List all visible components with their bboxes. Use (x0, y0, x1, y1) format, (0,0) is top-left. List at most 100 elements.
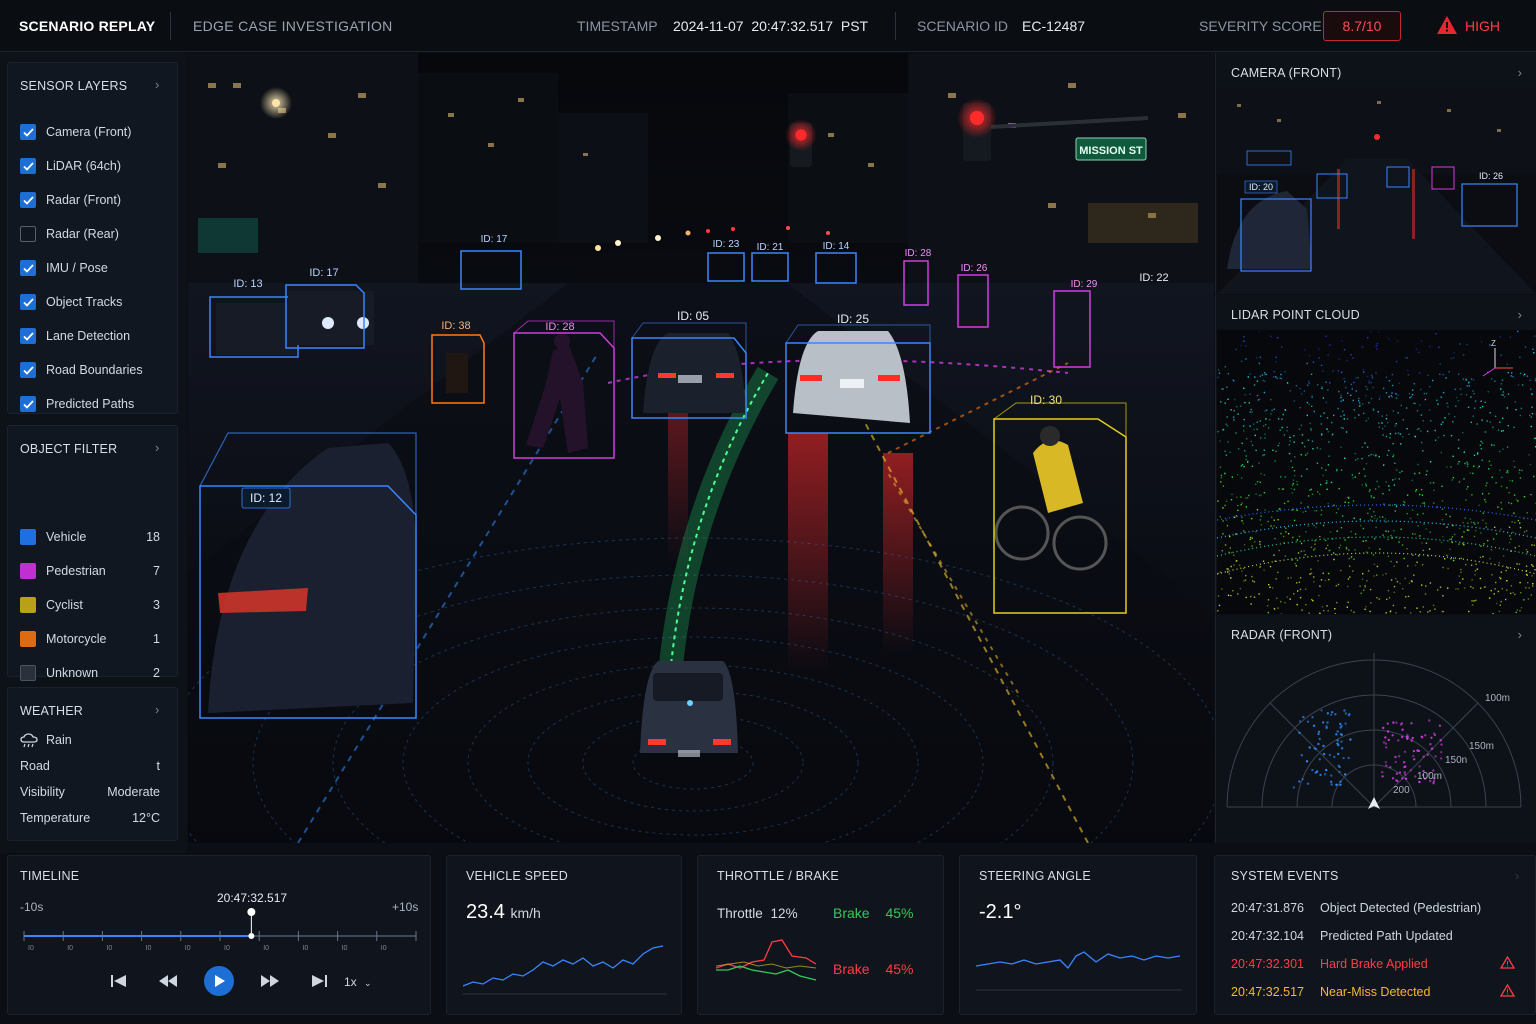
sensor-layer-toggle[interactable]: Radar (Rear) (20, 225, 119, 243)
weather-condition: Rain (20, 733, 160, 751)
checkbox-unchecked-icon[interactable] (20, 226, 36, 242)
vehicle-speed-value: 23.4 (466, 901, 505, 923)
timeline-current-time: 20:47:32.517 (217, 891, 288, 905)
timestamp-label: TIMESTAMP (577, 18, 658, 34)
track-label: ID: 29 (1071, 279, 1098, 290)
track-unknown-22[interactable]: ID: 22 (1139, 272, 1168, 284)
sensor-layer-toggle[interactable]: Road Boundaries (20, 361, 143, 379)
system-event-row[interactable]: 20:47:32.301 Hard Brake Applied (1231, 955, 1521, 972)
road-value: t (156, 759, 160, 773)
vehicle-speed-unit: km/h (510, 905, 541, 921)
checkbox-checked-icon[interactable] (20, 158, 36, 174)
track-label: ID: 13 (233, 278, 262, 290)
lidar-point-cloud-panel[interactable]: LIDAR POINT CLOUD › Z (1215, 295, 1536, 614)
throttle-value: 12% (770, 906, 798, 921)
camera-front-panel[interactable]: CAMERA (FRONT) › ID: 20 ID: 26 (1215, 53, 1536, 294)
checkbox-checked-icon[interactable] (20, 192, 36, 208)
object-filter-item[interactable]: Motorcycle 1 (20, 630, 160, 648)
system-event-row[interactable]: 20:47:32.517 Near-Miss Detected (1231, 983, 1521, 999)
play-button[interactable] (204, 966, 234, 996)
temperature-value: 12°C (132, 811, 160, 825)
page-subtitle: EDGE CASE INVESTIGATION (193, 18, 393, 34)
chevron-right-icon[interactable]: › (1518, 627, 1522, 642)
event-time: 20:47:32.104 (1231, 929, 1304, 943)
street-sign-text: MISSION ST (1079, 145, 1143, 157)
throttle-brake-sparkline (716, 939, 817, 981)
track-label: ID: 38 (441, 320, 470, 332)
track-label: ID: 28 (545, 321, 574, 333)
sensor-layer-toggle[interactable]: Object Tracks (20, 293, 122, 311)
radar-range-label: 100m (1417, 771, 1442, 782)
svg-text:Z: Z (1491, 339, 1496, 348)
panel-title: STEERING ANGLE (979, 869, 1091, 883)
timeline-tick-label: I0 (185, 945, 191, 952)
app-title: SCENARIO REPLAY (19, 18, 156, 34)
main-scene-view[interactable]: MISSION ST ID: 12 ID: 05 ID: 25 ID: 30 I… (188, 53, 1214, 843)
sensor-layer-label: Radar (Rear) (46, 227, 119, 241)
system-event-row[interactable]: 20:47:32.104 Predicted Path Updated (1231, 929, 1521, 943)
object-filter-item[interactable]: Vehicle 18 (20, 528, 160, 546)
object-filter-item[interactable]: Cyclist 3 (20, 596, 160, 614)
event-message: Object Detected (Pedestrian) (1320, 901, 1482, 915)
sensor-layer-label: Road Boundaries (46, 363, 143, 377)
object-filter-item[interactable]: Pedestrian 7 (20, 562, 160, 580)
object-filter-item[interactable]: Unknown 2 (20, 664, 160, 682)
chevron-right-icon[interactable]: › (155, 702, 159, 717)
chevron-right-icon[interactable]: › (1518, 307, 1522, 322)
track-label: ID: 17 (309, 267, 338, 279)
sensor-layer-toggle[interactable]: Camera (Front) (20, 123, 131, 141)
radar-front-view: 100m 150m 150n 100m 200 (1226, 653, 1522, 809)
sensor-layer-toggle[interactable]: IMU / Pose (20, 259, 108, 277)
sensor-layer-label: Radar (Front) (46, 193, 122, 207)
checkbox-checked-icon[interactable] (20, 362, 36, 378)
throttle-brake-panel: THROTTLE / BRAKE Throttle 12% Brake 45% … (697, 855, 944, 1015)
timeline-tick-label: I0 (28, 945, 34, 952)
checkbox-checked-icon[interactable] (20, 396, 36, 412)
color-swatch (20, 665, 36, 681)
chevron-right-icon[interactable]: › (1518, 65, 1522, 80)
chevron-right-icon[interactable]: › (155, 77, 159, 92)
checkbox-checked-icon[interactable] (20, 328, 36, 344)
sensor-layer-toggle[interactable]: Lane Detection (20, 327, 130, 345)
panel-title: LIDAR POINT CLOUD (1231, 308, 1360, 322)
brake-readout: Brake 45% (833, 905, 914, 921)
checkbox-checked-icon[interactable] (20, 124, 36, 140)
weather-temperature-row: Temperature 12°C (20, 811, 160, 825)
chevron-right-icon[interactable]: › (1515, 868, 1519, 883)
checkbox-checked-icon[interactable] (20, 260, 36, 276)
event-time: 20:47:32.517 (1231, 985, 1304, 999)
severity-level: HIGH (1465, 18, 1500, 34)
skip-end-icon[interactable] (310, 973, 328, 992)
timeline-scrubber[interactable]: I0I0I0I0I0I0I0I0I0I0I0 (20, 908, 420, 952)
timeline-playhead[interactable] (247, 908, 256, 916)
severity-score-label: SEVERITY SCORE (1199, 18, 1322, 34)
sensor-layer-toggle[interactable]: Predicted Paths (20, 395, 134, 413)
playback-speed-select[interactable]: 1x ⌄ (344, 975, 372, 989)
timeline-tick-label: I0 (106, 945, 112, 952)
fast-forward-icon[interactable] (260, 973, 280, 992)
rewind-icon[interactable] (158, 973, 178, 992)
sensor-layer-toggle[interactable]: LiDAR (64ch) (20, 157, 121, 175)
sensor-layer-label: IMU / Pose (46, 261, 108, 275)
checkbox-checked-icon[interactable] (20, 294, 36, 310)
street-sign: MISSION ST (1075, 137, 1147, 161)
color-swatch (20, 563, 36, 579)
steering-angle-value: -2.1° (979, 901, 1022, 923)
system-event-row[interactable]: 20:47:31.876 Object Detected (Pedestrian) (1231, 901, 1521, 915)
object-class-label: Motorcycle (46, 632, 107, 646)
sensor-layer-toggle[interactable]: Radar (Front) (20, 191, 121, 209)
throttle-readout: Throttle 12% (717, 906, 798, 921)
timeline-tick-label: I0 (67, 945, 73, 952)
chevron-right-icon[interactable]: › (155, 440, 159, 455)
radar-front-panel[interactable]: RADAR (FRONT) › 100m 150m 150n 100m 200 (1215, 615, 1536, 843)
warning-icon (1436, 15, 1458, 38)
color-swatch (20, 529, 36, 545)
warning-icon (1499, 955, 1516, 972)
ego-vehicle (640, 661, 738, 757)
skip-start-icon[interactable] (110, 973, 128, 992)
object-class-count: 18 (146, 530, 160, 544)
timeline-tick-label: I0 (224, 945, 230, 952)
radar-range-label: 150m (1469, 741, 1494, 752)
panel-title: CAMERA (FRONT) (1231, 66, 1342, 80)
timeline-tick-label: I0 (302, 945, 308, 952)
